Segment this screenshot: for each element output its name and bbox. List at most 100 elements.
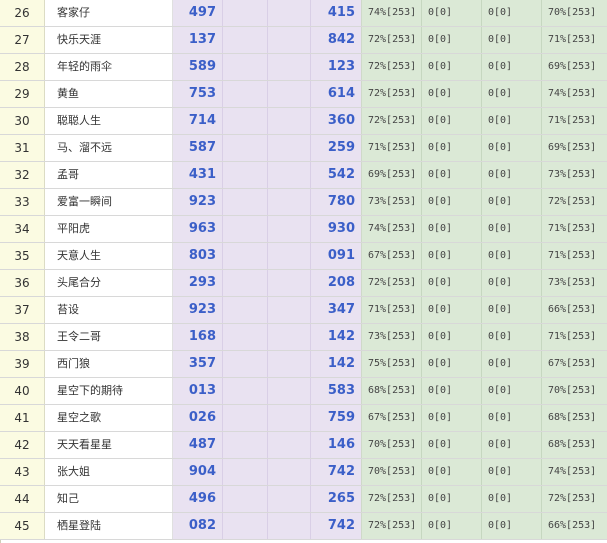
empty-cell (223, 432, 268, 458)
stat-cell-4: 72%[253] (542, 486, 607, 512)
empty-cell (268, 216, 311, 242)
stat-cell-2: 0[0] (422, 27, 482, 53)
stat-cell-4: 71%[253] (542, 108, 607, 134)
stat-cell-3: 0[0] (482, 0, 542, 26)
empty-cell (268, 324, 311, 350)
number-b-cell: 259 (311, 135, 362, 161)
name-cell[interactable]: 星空之歌 (45, 405, 173, 431)
empty-cell (268, 108, 311, 134)
number-a-cell: 487 (173, 432, 223, 458)
empty-cell (223, 243, 268, 269)
empty-cell (223, 378, 268, 404)
stat-cell-1: 72%[253] (362, 27, 422, 53)
table-row: 39 西门狼 357 142 75%[253] 0[0] 0[0] 67%[253] (0, 351, 607, 378)
name-cell[interactable]: 张大姐 (45, 459, 173, 485)
stat-cell-1: 75%[253] (362, 351, 422, 377)
empty-cell (268, 432, 311, 458)
stat-cell-1: 72%[253] (362, 513, 422, 539)
name-cell[interactable]: 爱富一瞬间 (45, 189, 173, 215)
stat-cell-4: 73%[253] (542, 270, 607, 296)
stat-cell-3: 0[0] (482, 486, 542, 512)
number-a-cell: 803 (173, 243, 223, 269)
table-row: 34 平阳虎 963 930 74%[253] 0[0] 0[0] 71%[253] (0, 216, 607, 243)
rank-cell: 44 (0, 486, 45, 512)
stat-cell-3: 0[0] (482, 108, 542, 134)
empty-cell (268, 486, 311, 512)
number-a-cell: 357 (173, 351, 223, 377)
table-row: 31 马、溜不远 587 259 71%[253] 0[0] 0[0] 69%[253] (0, 135, 607, 162)
name-cell[interactable]: 马、溜不远 (45, 135, 173, 161)
name-cell[interactable]: 头尾合分 (45, 270, 173, 296)
name-cell[interactable]: 王令二哥 (45, 324, 173, 350)
stat-cell-1: 69%[253] (362, 162, 422, 188)
empty-cell (223, 135, 268, 161)
number-b-cell: 360 (311, 108, 362, 134)
table-row: 41 星空之歌 026 759 67%[253] 0[0] 0[0] 68%[253] (0, 405, 607, 432)
stat-cell-4: 66%[253] (542, 513, 607, 539)
stat-cell-4: 74%[253] (542, 459, 607, 485)
empty-cell (223, 108, 268, 134)
name-cell[interactable]: 知己 (45, 486, 173, 512)
empty-cell (268, 297, 311, 323)
name-cell[interactable]: 年轻的雨伞 (45, 54, 173, 80)
number-b-cell: 583 (311, 378, 362, 404)
name-cell[interactable]: 栖星登陆 (45, 513, 173, 539)
empty-cell (223, 351, 268, 377)
rank-cell: 39 (0, 351, 45, 377)
table-row: 32 孟哥 431 542 69%[253] 0[0] 0[0] 73%[253] (0, 162, 607, 189)
empty-cell (223, 459, 268, 485)
rank-cell: 34 (0, 216, 45, 242)
stat-cell-2: 0[0] (422, 216, 482, 242)
empty-cell (223, 54, 268, 80)
rank-cell: 28 (0, 54, 45, 80)
empty-cell (223, 216, 268, 242)
rank-cell: 30 (0, 108, 45, 134)
empty-cell (268, 189, 311, 215)
number-a-cell: 496 (173, 486, 223, 512)
name-cell[interactable]: 西门狼 (45, 351, 173, 377)
stat-cell-2: 0[0] (422, 108, 482, 134)
number-b-cell: 780 (311, 189, 362, 215)
name-cell[interactable]: 星空下的期待 (45, 378, 173, 404)
stat-cell-4: 69%[253] (542, 54, 607, 80)
name-cell[interactable]: 快乐天涯 (45, 27, 173, 53)
name-cell[interactable]: 平阳虎 (45, 216, 173, 242)
number-a-cell: 497 (173, 0, 223, 26)
stat-cell-3: 0[0] (482, 432, 542, 458)
number-b-cell: 930 (311, 216, 362, 242)
rank-cell: 40 (0, 378, 45, 404)
number-a-cell: 168 (173, 324, 223, 350)
stat-cell-2: 0[0] (422, 270, 482, 296)
number-b-cell: 142 (311, 324, 362, 350)
table-row: 29 黄鱼 753 614 72%[253] 0[0] 0[0] 74%[253] (0, 81, 607, 108)
stat-cell-4: 74%[253] (542, 81, 607, 107)
number-a-cell: 904 (173, 459, 223, 485)
number-b-cell: 347 (311, 297, 362, 323)
number-b-cell: 842 (311, 27, 362, 53)
number-a-cell: 753 (173, 81, 223, 107)
rank-cell: 43 (0, 459, 45, 485)
number-b-cell: 142 (311, 351, 362, 377)
name-cell[interactable]: 天天看星星 (45, 432, 173, 458)
name-cell[interactable]: 孟哥 (45, 162, 173, 188)
stat-cell-1: 67%[253] (362, 243, 422, 269)
stat-cell-4: 68%[253] (542, 405, 607, 431)
name-cell[interactable]: 黄鱼 (45, 81, 173, 107)
stat-cell-2: 0[0] (422, 459, 482, 485)
name-cell[interactable]: 天意人生 (45, 243, 173, 269)
stat-cell-1: 72%[253] (362, 108, 422, 134)
stat-cell-4: 67%[253] (542, 351, 607, 377)
number-b-cell: 742 (311, 513, 362, 539)
rank-cell: 33 (0, 189, 45, 215)
stat-cell-1: 70%[253] (362, 459, 422, 485)
empty-cell (268, 81, 311, 107)
table-row: 27 快乐天涯 137 842 72%[253] 0[0] 0[0] 71%[253] (0, 27, 607, 54)
number-b-cell: 415 (311, 0, 362, 26)
table-row: 40 星空下的期待 013 583 68%[253] 0[0] 0[0] 70%[253] (0, 378, 607, 405)
name-cell[interactable]: 苔设 (45, 297, 173, 323)
number-a-cell: 026 (173, 405, 223, 431)
name-cell[interactable]: 聪聪人生 (45, 108, 173, 134)
table-row: 36 头尾合分 293 208 72%[253] 0[0] 0[0] 73%[253] (0, 270, 607, 297)
name-cell[interactable]: 客家仔 (45, 0, 173, 26)
empty-cell (223, 162, 268, 188)
